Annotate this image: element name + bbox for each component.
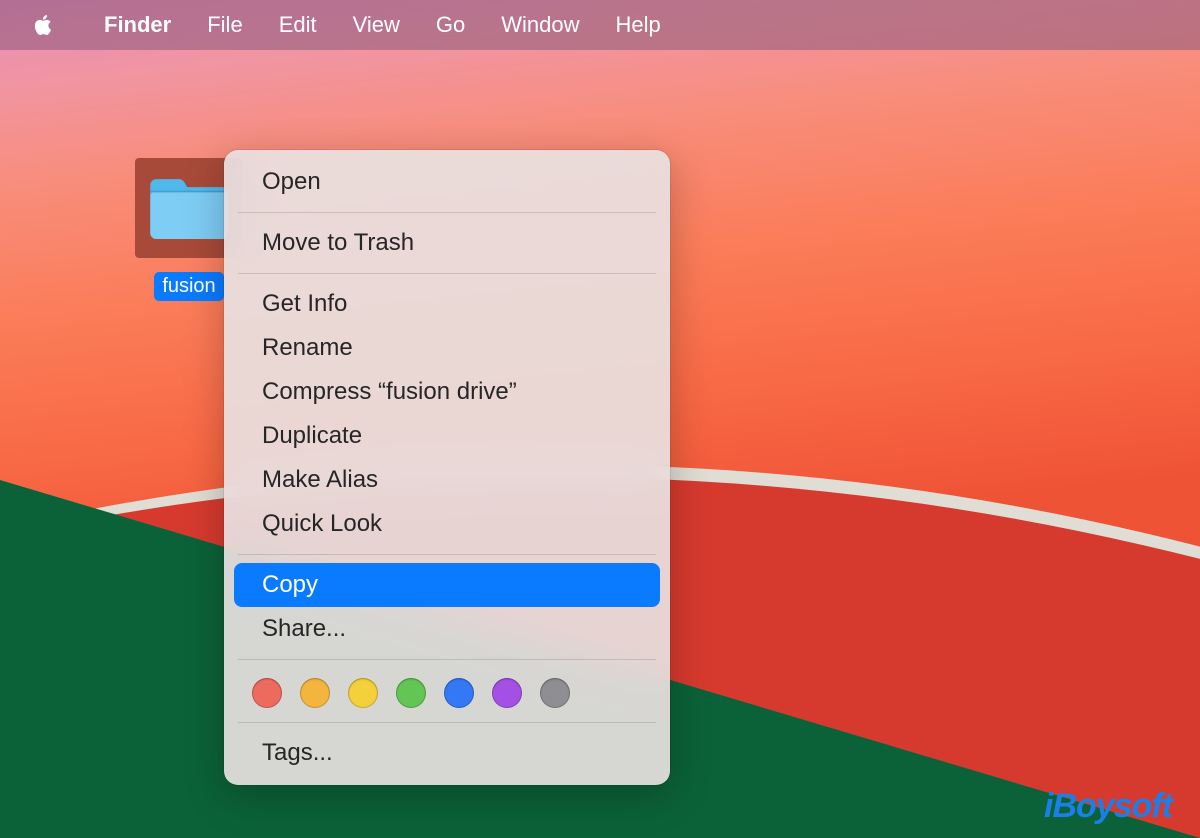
menubar-file[interactable]: File bbox=[189, 12, 260, 38]
menu-item-duplicate[interactable]: Duplicate bbox=[234, 414, 660, 458]
apple-logo-icon[interactable] bbox=[30, 12, 56, 38]
tag-color-row bbox=[224, 668, 670, 714]
menu-item-getinfo[interactable]: Get Info bbox=[234, 282, 660, 326]
menubar-window[interactable]: Window bbox=[483, 12, 597, 38]
menu-item-trash[interactable]: Move to Trash bbox=[234, 221, 660, 265]
menu-item-rename[interactable]: Rename bbox=[234, 326, 660, 370]
menu-item-copy[interactable]: Copy bbox=[234, 563, 660, 607]
watermark: iBoysoft bbox=[1044, 787, 1172, 826]
tag-dot-3[interactable] bbox=[396, 678, 426, 708]
folder-label: fusion bbox=[154, 272, 223, 301]
tag-dot-2[interactable] bbox=[348, 678, 378, 708]
menu-separator bbox=[238, 659, 656, 660]
tag-dot-0[interactable] bbox=[252, 678, 282, 708]
menu-separator bbox=[238, 212, 656, 213]
context-menu: Open Move to Trash Get InfoRenameCompress … bbox=[224, 150, 670, 785]
tag-dot-6[interactable] bbox=[540, 678, 570, 708]
menubar-help[interactable]: Help bbox=[598, 12, 679, 38]
menu-item-quicklook[interactable]: Quick Look bbox=[234, 502, 660, 546]
menubar-view[interactable]: View bbox=[335, 12, 418, 38]
folder-icon bbox=[145, 173, 233, 243]
menubar-edit[interactable]: Edit bbox=[261, 12, 335, 38]
menu-item-alias[interactable]: Make Alias bbox=[234, 458, 660, 502]
menu-item-compress[interactable]: Compress “fusion drive” bbox=[234, 370, 660, 414]
menu-separator bbox=[238, 273, 656, 274]
tag-dot-5[interactable] bbox=[492, 678, 522, 708]
menubar-app-name[interactable]: Finder bbox=[86, 12, 189, 38]
menu-item-tags[interactable]: Tags... bbox=[234, 731, 660, 775]
menu-separator bbox=[238, 722, 656, 723]
menu-separator bbox=[238, 554, 656, 555]
tag-dot-1[interactable] bbox=[300, 678, 330, 708]
menubar: Finder File Edit View Go Window Help bbox=[0, 0, 1200, 50]
tag-dot-4[interactable] bbox=[444, 678, 474, 708]
menu-item-share[interactable]: Share... bbox=[234, 607, 660, 651]
desktop: Finder File Edit View Go Window Help fus… bbox=[0, 0, 1200, 838]
menubar-go[interactable]: Go bbox=[418, 12, 483, 38]
menu-item-open[interactable]: Open bbox=[234, 160, 660, 204]
